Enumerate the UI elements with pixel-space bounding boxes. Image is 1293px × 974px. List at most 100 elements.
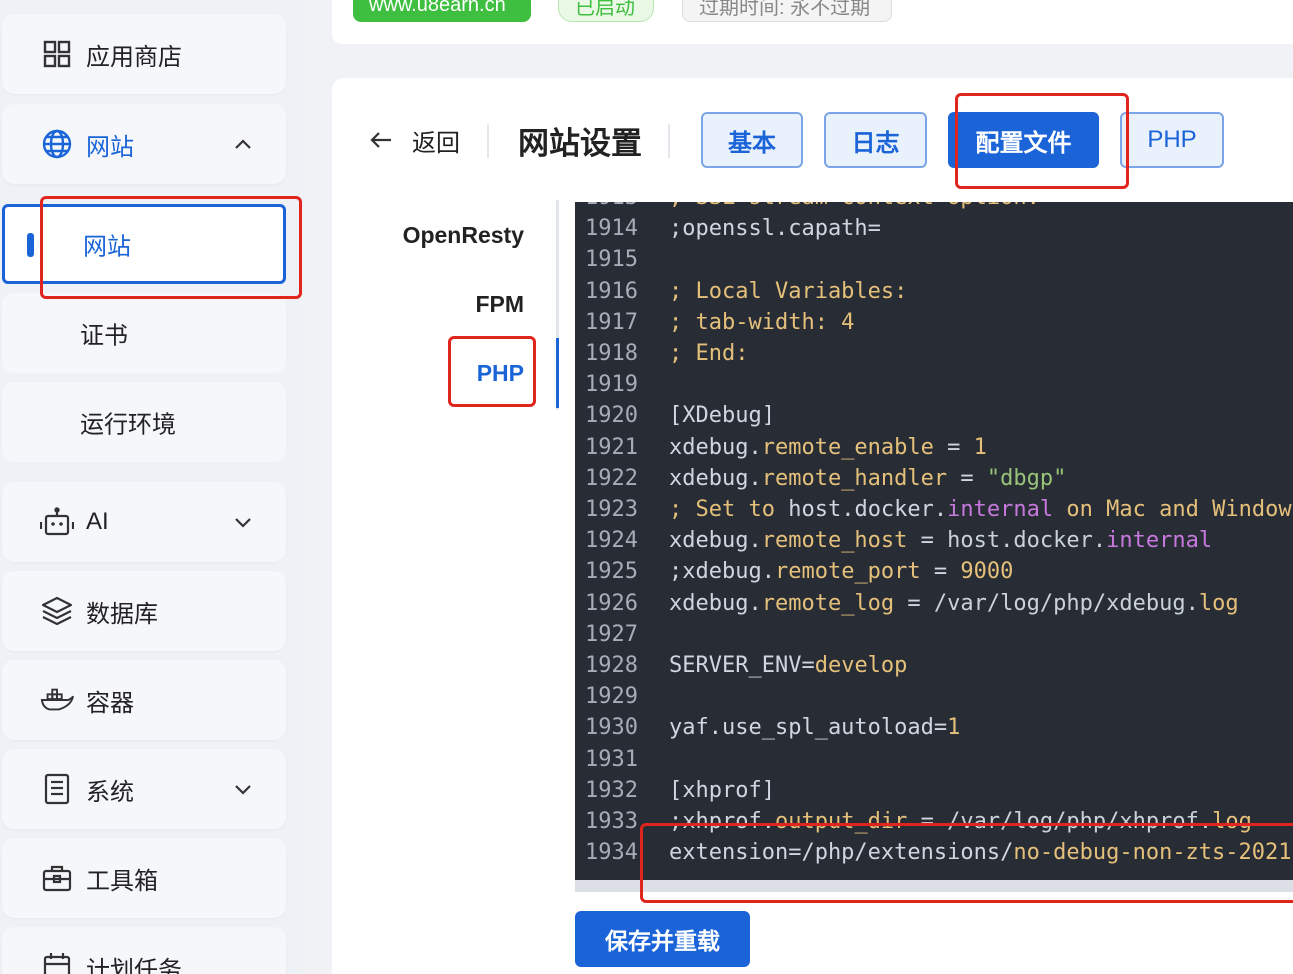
sidebar-item-ai[interactable]: AI: [2, 482, 286, 562]
code-line: 1920 [XDebug]: [575, 403, 1293, 434]
code-text: ; Set to host.docker.internal on Mac and…: [669, 497, 1293, 522]
sidebar-subitem-certificate[interactable]: 证书: [2, 293, 286, 373]
save-and-reload-button[interactable]: 保存并重载: [575, 911, 750, 967]
sidebar-item-label: 数据库: [86, 600, 158, 628]
line-number: 1928: [585, 653, 638, 678]
code-line: 1917 ; tab-width: 4: [575, 310, 1293, 341]
sidebar-item-website[interactable]: 网站: [2, 104, 286, 184]
line-number: 1923: [585, 497, 638, 522]
sidebar-item-label: AI: [86, 508, 109, 535]
code-line: 1924 xdebug.remote_host = host.docker.int…: [575, 528, 1293, 559]
code-line: 1916 ; Local Variables:: [575, 279, 1293, 310]
code-line: 1934 extension=/php/extensions/no-debug-n…: [575, 840, 1293, 871]
code-line: 1930 yaf.use_spl_autoload=1: [575, 715, 1293, 746]
site-url-tag[interactable]: www.u8earn.cn: [353, 0, 531, 22]
config-tab-openresty[interactable]: OpenResty: [403, 222, 524, 249]
code-line: 1915: [575, 247, 1293, 278]
calendar-icon: [40, 950, 74, 974]
code-text: xdebug.remote_host = host.docker.interna…: [669, 528, 1213, 554]
line-number: 1924: [585, 528, 638, 554]
sidebar-item-scheduled-tasks[interactable]: 计划任务: [2, 927, 286, 974]
status-badge: 已启动: [558, 0, 654, 22]
back-button[interactable]: 返回: [368, 118, 460, 162]
tabs-active-indicator: [556, 338, 559, 408]
sidebar-subitem-label: 证书: [80, 322, 128, 350]
code-line: 1921 xdebug.remote_enable = 1: [575, 435, 1293, 466]
code-line: 1927: [575, 622, 1293, 653]
tab-log[interactable]: 日志: [824, 112, 927, 168]
line-number: 1926: [585, 590, 638, 616]
code-line: 1926 xdebug.remote_log = /var/log/php/xde…: [575, 591, 1293, 622]
code-line: 1914 ;openssl.capath=: [575, 216, 1293, 247]
toolbox-icon: [40, 861, 74, 895]
grid-icon: [40, 37, 74, 71]
tab-config-file[interactable]: 配置文件: [948, 112, 1099, 168]
sidebar-item-label: 系统: [86, 778, 134, 806]
code-line: 1929: [575, 684, 1293, 715]
page-title: 网站设置: [518, 126, 642, 161]
code-text: xdebug.remote_enable = 1: [669, 434, 987, 460]
code-text: ; End:: [669, 341, 749, 366]
line-number: 1913: [585, 202, 641, 210]
tab-php[interactable]: PHP: [1120, 112, 1224, 168]
config-code-editor[interactable]: 1913 ; SSL stream context option. 1914 ;ope…: [575, 202, 1293, 880]
line-number: 1919: [585, 372, 638, 398]
sidebar-item-database[interactable]: 数据库: [2, 571, 286, 651]
code-text: ; Local Variables:: [669, 278, 908, 304]
back-label: 返回: [412, 129, 460, 157]
code-line: 1919: [575, 372, 1293, 403]
line-number: 1921: [585, 434, 638, 460]
horizontal-scrollbar[interactable]: [575, 880, 1293, 892]
line-number: 1931: [585, 746, 638, 772]
code-text: ;xhprof.output_dir = /var/log/php/xhprof…: [669, 809, 1252, 834]
line-number: 1914: [585, 216, 638, 242]
config-tab-php[interactable]: PHP: [477, 360, 524, 387]
line-number: 1932: [585, 777, 638, 803]
docker-icon: [40, 683, 74, 717]
sidebar-item-label: 应用商店: [86, 43, 182, 71]
expire-badge: 过期时间: 永不过期: [682, 0, 892, 22]
config-tab-fpm[interactable]: FPM: [475, 291, 524, 318]
sidebar-item-label: 计划任务: [86, 956, 182, 974]
arrow-left-icon: [368, 127, 394, 153]
sidebar-subitem-label: 运行环境: [80, 411, 176, 439]
layers-icon: [40, 594, 74, 628]
sidebar-subitem-website[interactable]: 网站: [2, 204, 286, 284]
code-text: ; SSL stream context option.: [669, 202, 1040, 210]
line-number: 1916: [585, 278, 638, 304]
code-line: 1932 [xhprof]: [575, 778, 1293, 809]
chevron-down-icon[interactable]: [230, 776, 256, 802]
sidebar-subitem-runtime[interactable]: 运行环境: [2, 382, 286, 462]
chevron-up-icon[interactable]: [230, 131, 256, 157]
config-type-tabs: OpenResty FPM PHP: [380, 200, 559, 410]
code-text: ;openssl.capath=: [669, 216, 881, 242]
line-number: 1917: [585, 309, 638, 335]
code-text: xdebug.remote_handler = "dbgp": [669, 465, 1067, 491]
code-text: yaf.use_spl_autoload=1: [669, 715, 961, 741]
line-number: 1922: [585, 465, 638, 491]
code-text: [xhprof]: [669, 777, 775, 803]
code-line: 1925 ;xdebug.remote_port = 9000: [575, 559, 1293, 590]
divider: [668, 124, 670, 158]
code-text: extension=/php/extensions/no-debug-non-z…: [669, 840, 1292, 866]
line-number: 1933: [585, 809, 638, 834]
line-number: 1927: [585, 621, 638, 647]
code-line: 1931: [575, 747, 1293, 778]
sidebar-item-system[interactable]: 系统: [2, 749, 286, 829]
code-text: SERVER_ENV=develop: [669, 653, 908, 678]
tab-basic[interactable]: 基本: [701, 112, 803, 168]
chevron-down-icon[interactable]: [230, 509, 256, 535]
code-text: ;xdebug.remote_port = 9000: [669, 559, 1014, 585]
sidebar: 应用商店 网站 网站 证书 运行环境 AI 数据库 容器 系统 工具箱 计划任务: [0, 0, 300, 974]
line-number: 1918: [585, 341, 638, 366]
code-line: 1922 xdebug.remote_handler = "dbgp": [575, 466, 1293, 497]
sidebar-item-app-store[interactable]: 应用商店: [2, 14, 286, 94]
code-line: 1933 ;xhprof.output_dir = /var/log/php/xh…: [575, 809, 1293, 840]
code-line: 1913 ; SSL stream context option.: [575, 202, 1293, 216]
sidebar-item-toolbox[interactable]: 工具箱: [2, 838, 286, 918]
sidebar-subitem-label: 网站: [83, 233, 131, 261]
sidebar-item-container[interactable]: 容器: [2, 660, 286, 740]
code-text: ; tab-width: 4: [669, 309, 855, 335]
line-number: 1920: [585, 403, 638, 429]
sidebar-item-label: 容器: [86, 689, 134, 717]
